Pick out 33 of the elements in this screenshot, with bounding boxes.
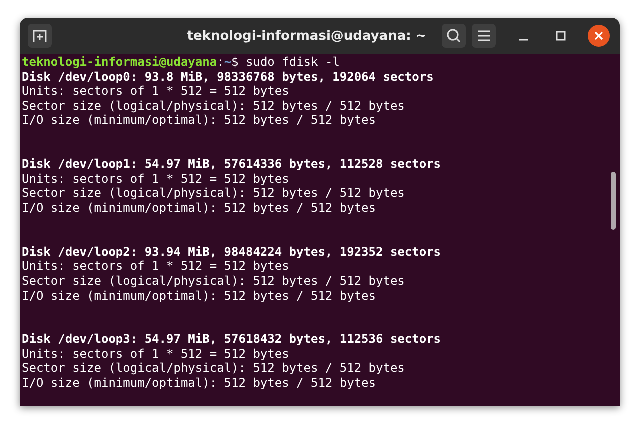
- scrollbar-thumb[interactable]: [611, 172, 616, 230]
- prompt-user-host: teknologi-informasi@udayana: [22, 55, 218, 69]
- output-line: Sector size (logical/physical): 512 bytes / 512 bytes: [22, 186, 405, 201]
- search-icon: [446, 28, 462, 44]
- menu-icon: [477, 30, 491, 42]
- menu-button[interactable]: [472, 24, 496, 48]
- prompt-separator: :: [217, 55, 224, 69]
- output-line: I/O size (minimum/optimal): 512 bytes / 512 bytes: [22, 200, 376, 216]
- maximize-icon: [556, 31, 566, 41]
- close-icon: [594, 31, 604, 41]
- new-tab-icon: [32, 28, 48, 44]
- disk-header-line: Disk /dev/loop2: 93.94 MiB, 98484224 bytes, 192352 sectors: [22, 244, 442, 260]
- output-line: Units: sectors of 1 * 512 = 512 bytes: [22, 84, 290, 99]
- close-button[interactable]: [588, 25, 610, 47]
- prompt-symbol: $: [232, 55, 239, 69]
- output-line: Sector size (logical/physical): 512 bytes / 512 bytes: [22, 98, 405, 114]
- disk-header-line: Disk /dev/loop3: 54.97 MiB, 57618432 bytes, 112536 sectors: [22, 332, 442, 347]
- output-line: I/O size (minimum/optimal): 512 bytes / 512 bytes: [22, 288, 376, 304]
- disk-header-line: Disk /dev/loop1: 54.97 MiB, 57614336 bytes, 112528 sectors: [22, 157, 442, 172]
- minimize-icon: [518, 39, 528, 41]
- command-text: sudo fdisk -l: [245, 55, 340, 69]
- prompt-path: ~: [224, 55, 232, 69]
- search-button[interactable]: [442, 24, 466, 48]
- output-line: Units: sectors of 1 * 512 = 512 bytes: [22, 172, 290, 186]
- output-line: I/O size (minimum/optimal): 512 bytes / 512 bytes: [22, 113, 376, 128]
- output-line: Units: sectors of 1 * 512 = 512 bytes: [22, 259, 290, 274]
- new-tab-button[interactable]: [28, 24, 52, 48]
- output-line: Sector size (logical/physical): 512 bytes / 512 bytes: [22, 361, 405, 376]
- disk-header-line: Disk /dev/loop0: 93.8 MiB, 98336768 bytes, 192064 sectors: [22, 70, 434, 84]
- window-title: teknologi-informasi@udayana: ~: [186, 28, 428, 44]
- output-line: I/O size (minimum/optimal): 512 bytes / 512 bytes: [22, 376, 376, 391]
- output-line: Sector size (logical/physical): 512 bytes / 512 bytes: [22, 274, 405, 288]
- output-line: Units: sectors of 1 * 512 = 512 bytes: [22, 346, 290, 362]
